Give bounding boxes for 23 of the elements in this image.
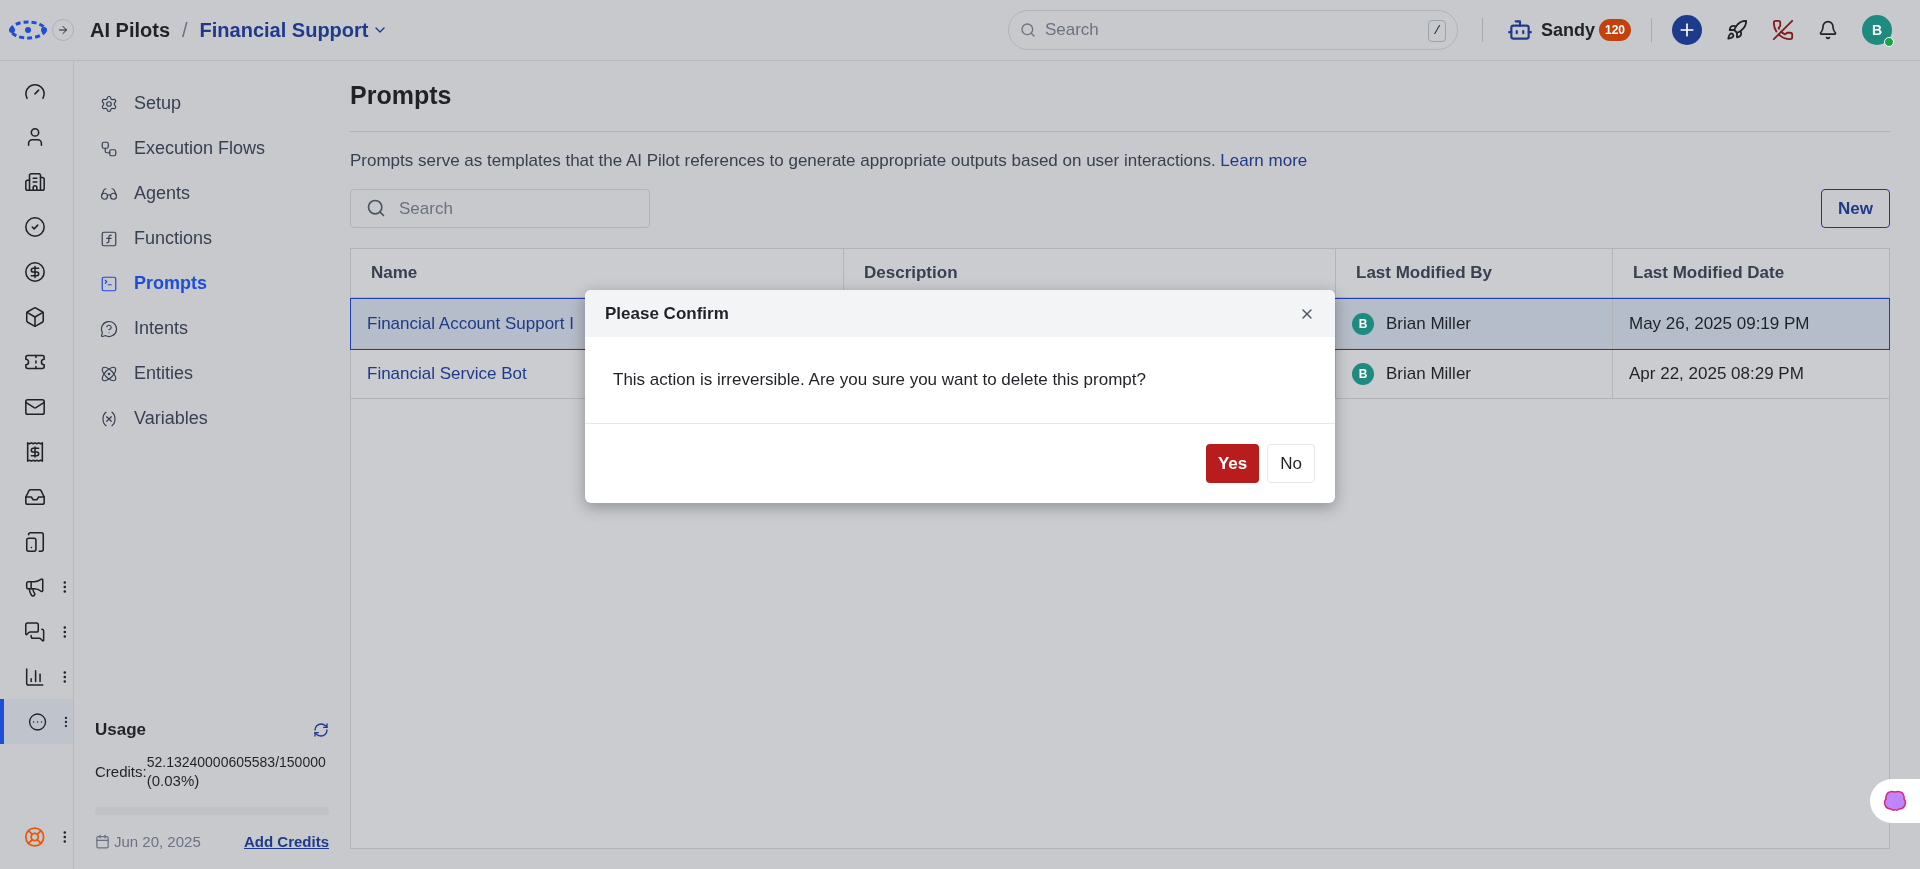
dialog-title: Please Confirm <box>605 302 729 325</box>
user-name: Brian Miller <box>1386 362 1472 385</box>
date-cell-text: Apr 22, 2025 08:29 PM <box>1629 362 1804 385</box>
usage-title: Usage <box>95 718 147 741</box>
credits-value: 52.13240000605583/150000 <box>146 754 326 771</box>
app-title: AI Pilots <box>90 18 170 43</box>
dialog-message: This action is irreversible. Are you sure you want to delete this prompt? <box>613 369 1146 392</box>
column-header: Last Modified Date <box>1633 262 1785 285</box>
column-header: Last Modified By <box>1356 262 1492 285</box>
date-cell-text: May 26, 2025 09:19 PM <box>1629 312 1810 335</box>
user-avatar: B <box>1352 312 1374 335</box>
shortcut-key: / <box>1428 20 1446 42</box>
breadcrumb-separator: / <box>182 18 188 43</box>
page-description: Prompts serve as templates that the AI Pilot references to generate appropriate outputs based on user interactions. Learn more <box>350 149 1309 172</box>
credits-label: Credits: <box>95 763 147 781</box>
column-header: Description <box>864 262 958 285</box>
column-header: Name <box>371 262 418 285</box>
user-avatar: B <box>1352 362 1374 385</box>
user-name: Brian Miller <box>1386 312 1472 335</box>
credits-percent: (0.03%) <box>146 771 201 791</box>
page-title: Prompts <box>350 81 452 109</box>
count-badge: 120 <box>1598 19 1631 41</box>
renewal-date: Jun 20, 2025 <box>114 831 201 852</box>
